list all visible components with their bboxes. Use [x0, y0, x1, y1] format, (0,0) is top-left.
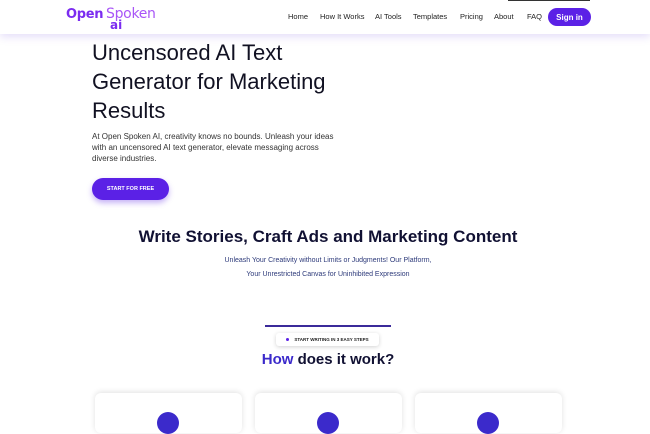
nav-pricing[interactable]: Pricing	[460, 12, 483, 21]
hero-description: At Open Spoken AI, creativity knows no b…	[92, 132, 334, 163]
nav-about[interactable]: About	[494, 12, 514, 21]
sign-in-button[interactable]: Sign in	[548, 8, 591, 26]
features-title: Write Stories, Craft Ads and Marketing C…	[138, 227, 518, 246]
nav-ai-tools[interactable]: AI Tools	[375, 12, 402, 21]
steps-badge: START WRITING IN 3 EASY STEPS	[276, 333, 379, 346]
nav-home[interactable]: Home	[288, 12, 308, 21]
site-header: Open Spoken ai Home How It Works AI Tool…	[0, 0, 650, 34]
how-it-works-title: How does it work?	[0, 351, 650, 368]
how-accent-text: How	[261, 351, 294, 368]
nav-faq[interactable]: FAQ	[527, 12, 542, 21]
step-card-2	[255, 393, 402, 434]
steps-divider	[265, 325, 391, 327]
step-1-icon	[157, 412, 179, 434]
step-card-1	[95, 393, 242, 434]
step-2-icon	[317, 412, 339, 434]
step-3-icon	[477, 412, 499, 434]
bullet-dot-icon	[286, 338, 290, 341]
how-rest-text: does it work?	[293, 351, 395, 368]
nav-templates[interactable]: Templates	[413, 12, 447, 21]
hero-title: Uncensored AI Text Generator for Marketi…	[92, 40, 326, 123]
header-top-divider	[508, 0, 590, 1]
steps-badge-text: START WRITING IN 3 EASY STEPS	[294, 337, 369, 342]
start-for-free-button[interactable]: START FOR FREE	[92, 178, 169, 200]
nav-how-it-works[interactable]: How It Works	[320, 12, 364, 21]
step-card-3	[415, 393, 562, 434]
features-subtitle: Unleash Your Creativity without Limits o…	[224, 257, 432, 278]
